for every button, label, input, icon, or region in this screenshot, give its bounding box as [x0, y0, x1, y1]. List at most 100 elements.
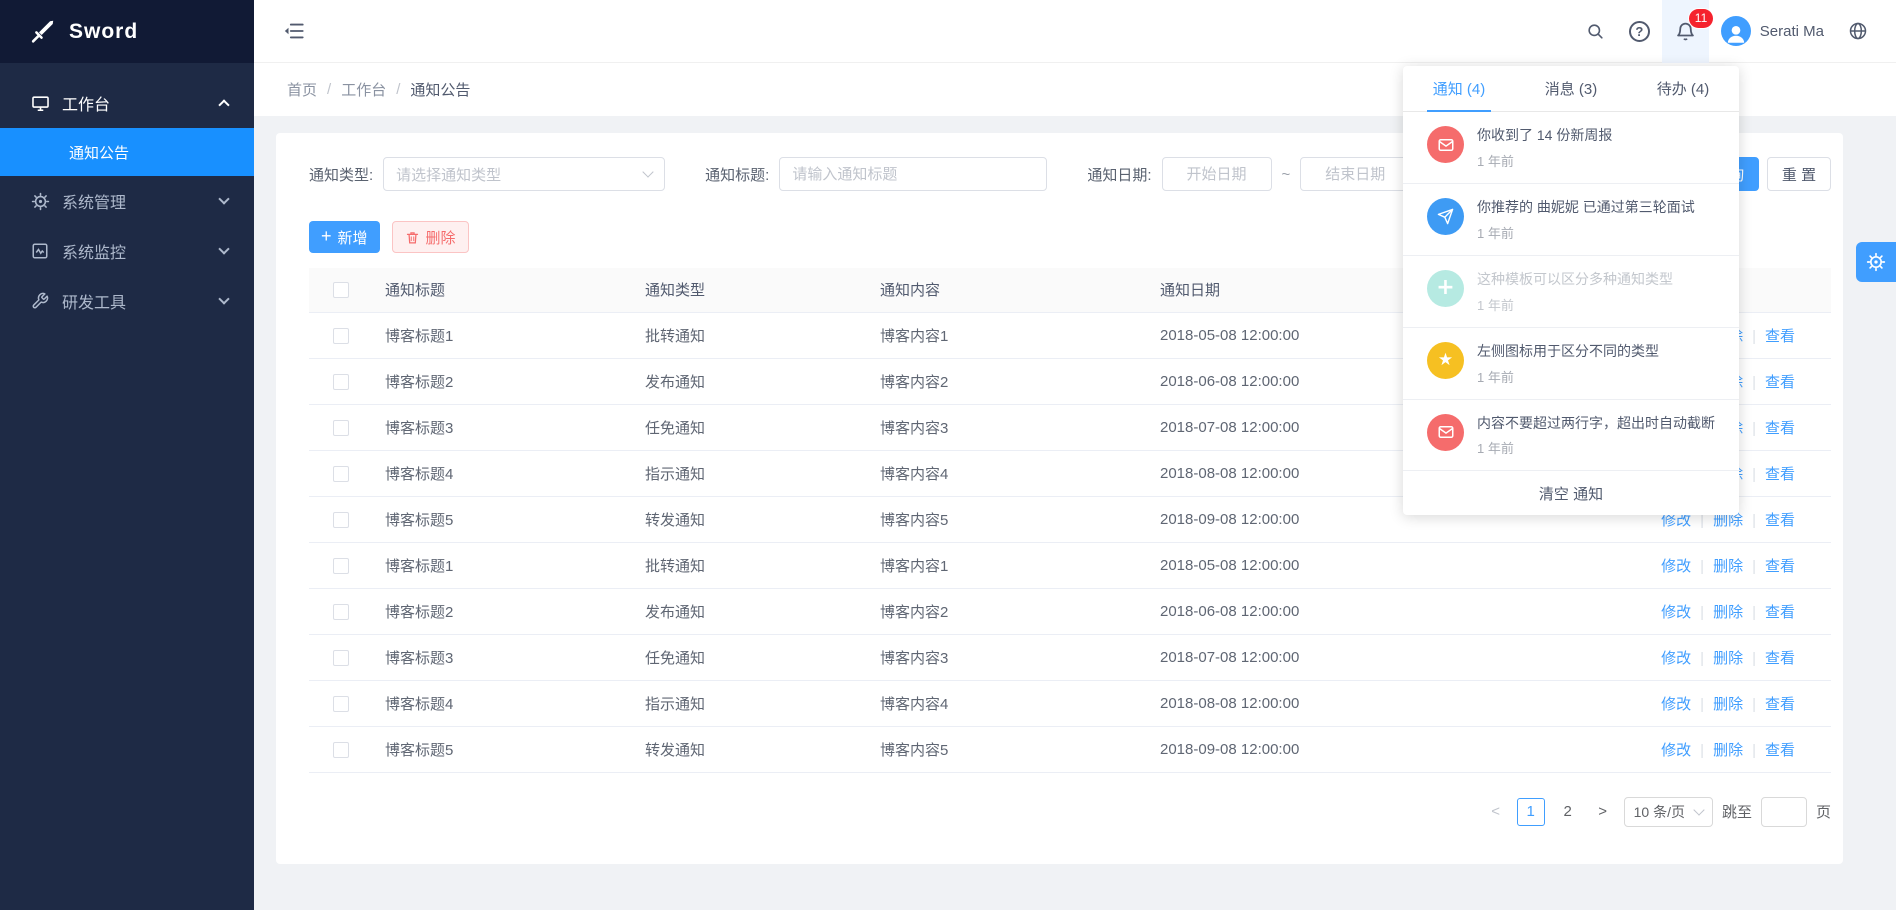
search-icon[interactable]: [1574, 0, 1617, 63]
tab-notices[interactable]: 通知 (4): [1403, 66, 1515, 111]
view-link[interactable]: 查看: [1765, 558, 1795, 575]
delete-link[interactable]: 删除: [1713, 604, 1743, 621]
notification-item[interactable]: 内容不要超过两行字，超出时自动截断 1 年前: [1403, 400, 1739, 472]
row-checkbox[interactable]: [333, 742, 349, 758]
desktop-icon: [30, 93, 50, 113]
row-checkbox[interactable]: [333, 696, 349, 712]
view-link[interactable]: 查看: [1765, 328, 1795, 345]
user-menu[interactable]: Serati Ma: [1709, 0, 1836, 63]
notification-time: 1 年前: [1477, 223, 1695, 242]
sidebar-item-notice[interactable]: 通知公告: [0, 128, 254, 176]
edit-link[interactable]: 修改: [1661, 742, 1691, 759]
page-unit-label: 页: [1816, 801, 1831, 822]
view-link[interactable]: 查看: [1765, 604, 1795, 621]
delete-link[interactable]: 删除: [1713, 558, 1743, 575]
notification-item[interactable]: 你推荐的 曲妮妮 已通过第三轮面试 1 年前: [1403, 184, 1739, 256]
delete-link[interactable]: 删除: [1713, 742, 1743, 759]
page-number-1[interactable]: 1: [1517, 798, 1545, 826]
settings-button[interactable]: [1856, 242, 1896, 282]
end-date-input[interactable]: [1300, 157, 1410, 191]
sidebar-item-workbench[interactable]: 工作台: [0, 78, 254, 128]
table-row: 博客标题4 指示通知 博客内容4 2018-08-08 12:00:00 修改|…: [309, 680, 1831, 726]
notification-text: 内容不要超过两行字，超出时自动截断: [1477, 414, 1715, 433]
notification-item[interactable]: + 这种模板可以区分多种通知类型 1 年前: [1403, 256, 1739, 328]
row-checkbox[interactable]: [333, 650, 349, 666]
delete-link[interactable]: 删除: [1713, 696, 1743, 713]
notice-date-label: 通知日期:: [1087, 164, 1151, 185]
notification-text: 这种模板可以区分多种通知类型: [1477, 270, 1673, 289]
sidebar-item-label: 通知公告: [69, 142, 129, 163]
add-button[interactable]: + 新增: [309, 221, 380, 253]
row-checkbox[interactable]: [333, 512, 349, 528]
chevron-up-icon: [218, 99, 229, 110]
row-checkbox[interactable]: [333, 374, 349, 390]
page-number-2[interactable]: 2: [1554, 798, 1582, 826]
row-checkbox[interactable]: [333, 466, 349, 482]
plus-icon: +: [321, 227, 332, 245]
select-all-checkbox[interactable]: [333, 282, 349, 298]
notifications-bell[interactable]: 11: [1662, 0, 1709, 63]
view-link[interactable]: 查看: [1765, 512, 1795, 529]
chevron-down-icon: [1693, 804, 1704, 815]
sidebar-item-system-management[interactable]: 系统管理: [0, 176, 254, 226]
view-link[interactable]: 查看: [1765, 742, 1795, 759]
notification-item[interactable]: ★ 左侧图标用于区分不同的类型 1 年前: [1403, 328, 1739, 400]
breadcrumb-home[interactable]: 首页: [287, 79, 317, 100]
row-checkbox[interactable]: [333, 558, 349, 574]
notice-type-select[interactable]: 请选择通知类型: [383, 157, 665, 191]
pagination: < 1 2 > 10 条/页 跳至 页: [309, 797, 1831, 827]
sidebar-item-label: 研发工具: [62, 289, 126, 313]
view-link[interactable]: 查看: [1765, 420, 1795, 437]
edit-link[interactable]: 修改: [1661, 558, 1691, 575]
sidebar-item-system-monitor[interactable]: 系统监控: [0, 226, 254, 276]
notification-time: 1 年前: [1477, 151, 1612, 170]
table-row: 博客标题3 任免通知 博客内容3 2018-07-08 12:00:00 修改|…: [309, 634, 1831, 680]
sword-logo-icon: [28, 18, 56, 46]
view-link[interactable]: 查看: [1765, 466, 1795, 483]
notification-tabs: 通知 (4) 消息 (3) 待办 (4): [1403, 66, 1739, 112]
view-link[interactable]: 查看: [1765, 650, 1795, 667]
notification-time: 1 年前: [1477, 295, 1673, 314]
header-right: ? 11 Serati Ma: [1574, 0, 1880, 62]
row-checkbox[interactable]: [333, 420, 349, 436]
notification-item[interactable]: 你收到了 14 份新周报 1 年前: [1403, 112, 1739, 184]
row-checkbox[interactable]: [333, 604, 349, 620]
logo-title: Sword: [69, 20, 138, 44]
help-icon[interactable]: ?: [1617, 0, 1662, 63]
prev-page-button[interactable]: <: [1484, 798, 1508, 826]
tab-messages[interactable]: 消息 (3): [1515, 66, 1627, 111]
monitor-chart-icon: [30, 241, 50, 261]
view-link[interactable]: 查看: [1765, 374, 1795, 391]
notification-dropdown: 通知 (4) 消息 (3) 待办 (4) 你收到了 14 份新周报 1 年前: [1403, 66, 1739, 515]
notification-text: 你收到了 14 份新周报: [1477, 126, 1612, 145]
view-link[interactable]: 查看: [1765, 696, 1795, 713]
sidebar: Sword 工作台 通知公告: [0, 0, 254, 910]
breadcrumb-workbench[interactable]: 工作台: [341, 79, 386, 100]
chevron-down-icon: [218, 243, 229, 254]
sidebar-item-label: 工作台: [62, 91, 110, 115]
logo[interactable]: Sword: [0, 0, 254, 63]
col-content: 通知内容: [868, 268, 1148, 312]
row-checkbox[interactable]: [333, 328, 349, 344]
language-globe-icon[interactable]: [1836, 0, 1880, 63]
table-row: 博客标题2 发布通知 博客内容2 2018-06-08 12:00:00 修改|…: [309, 588, 1831, 634]
tab-todos[interactable]: 待办 (4): [1627, 66, 1739, 111]
edit-link[interactable]: 修改: [1661, 604, 1691, 621]
page-size-select[interactable]: 10 条/页: [1624, 797, 1713, 827]
clear-notifications-button[interactable]: 清空 通知: [1403, 471, 1739, 515]
batch-delete-button[interactable]: 删除: [392, 221, 469, 253]
collapse-sidebar-icon[interactable]: [283, 0, 317, 63]
delete-link[interactable]: 删除: [1713, 650, 1743, 667]
sidebar-item-dev-tools[interactable]: 研发工具: [0, 276, 254, 326]
notice-title-input[interactable]: [779, 157, 1047, 191]
tool-icon: [30, 291, 50, 311]
edit-link[interactable]: 修改: [1661, 696, 1691, 713]
edit-link[interactable]: 修改: [1661, 650, 1691, 667]
paper-plane-icon: [1427, 198, 1464, 235]
notification-list: 你收到了 14 份新周报 1 年前 你推荐的 曲妮妮 已通过第三轮面试 1 年前…: [1403, 112, 1739, 471]
reset-button[interactable]: 重 置: [1767, 157, 1831, 191]
next-page-button[interactable]: >: [1591, 798, 1615, 826]
jump-to-input[interactable]: [1761, 797, 1807, 827]
chevron-down-icon: [643, 166, 654, 177]
start-date-input[interactable]: [1162, 157, 1272, 191]
